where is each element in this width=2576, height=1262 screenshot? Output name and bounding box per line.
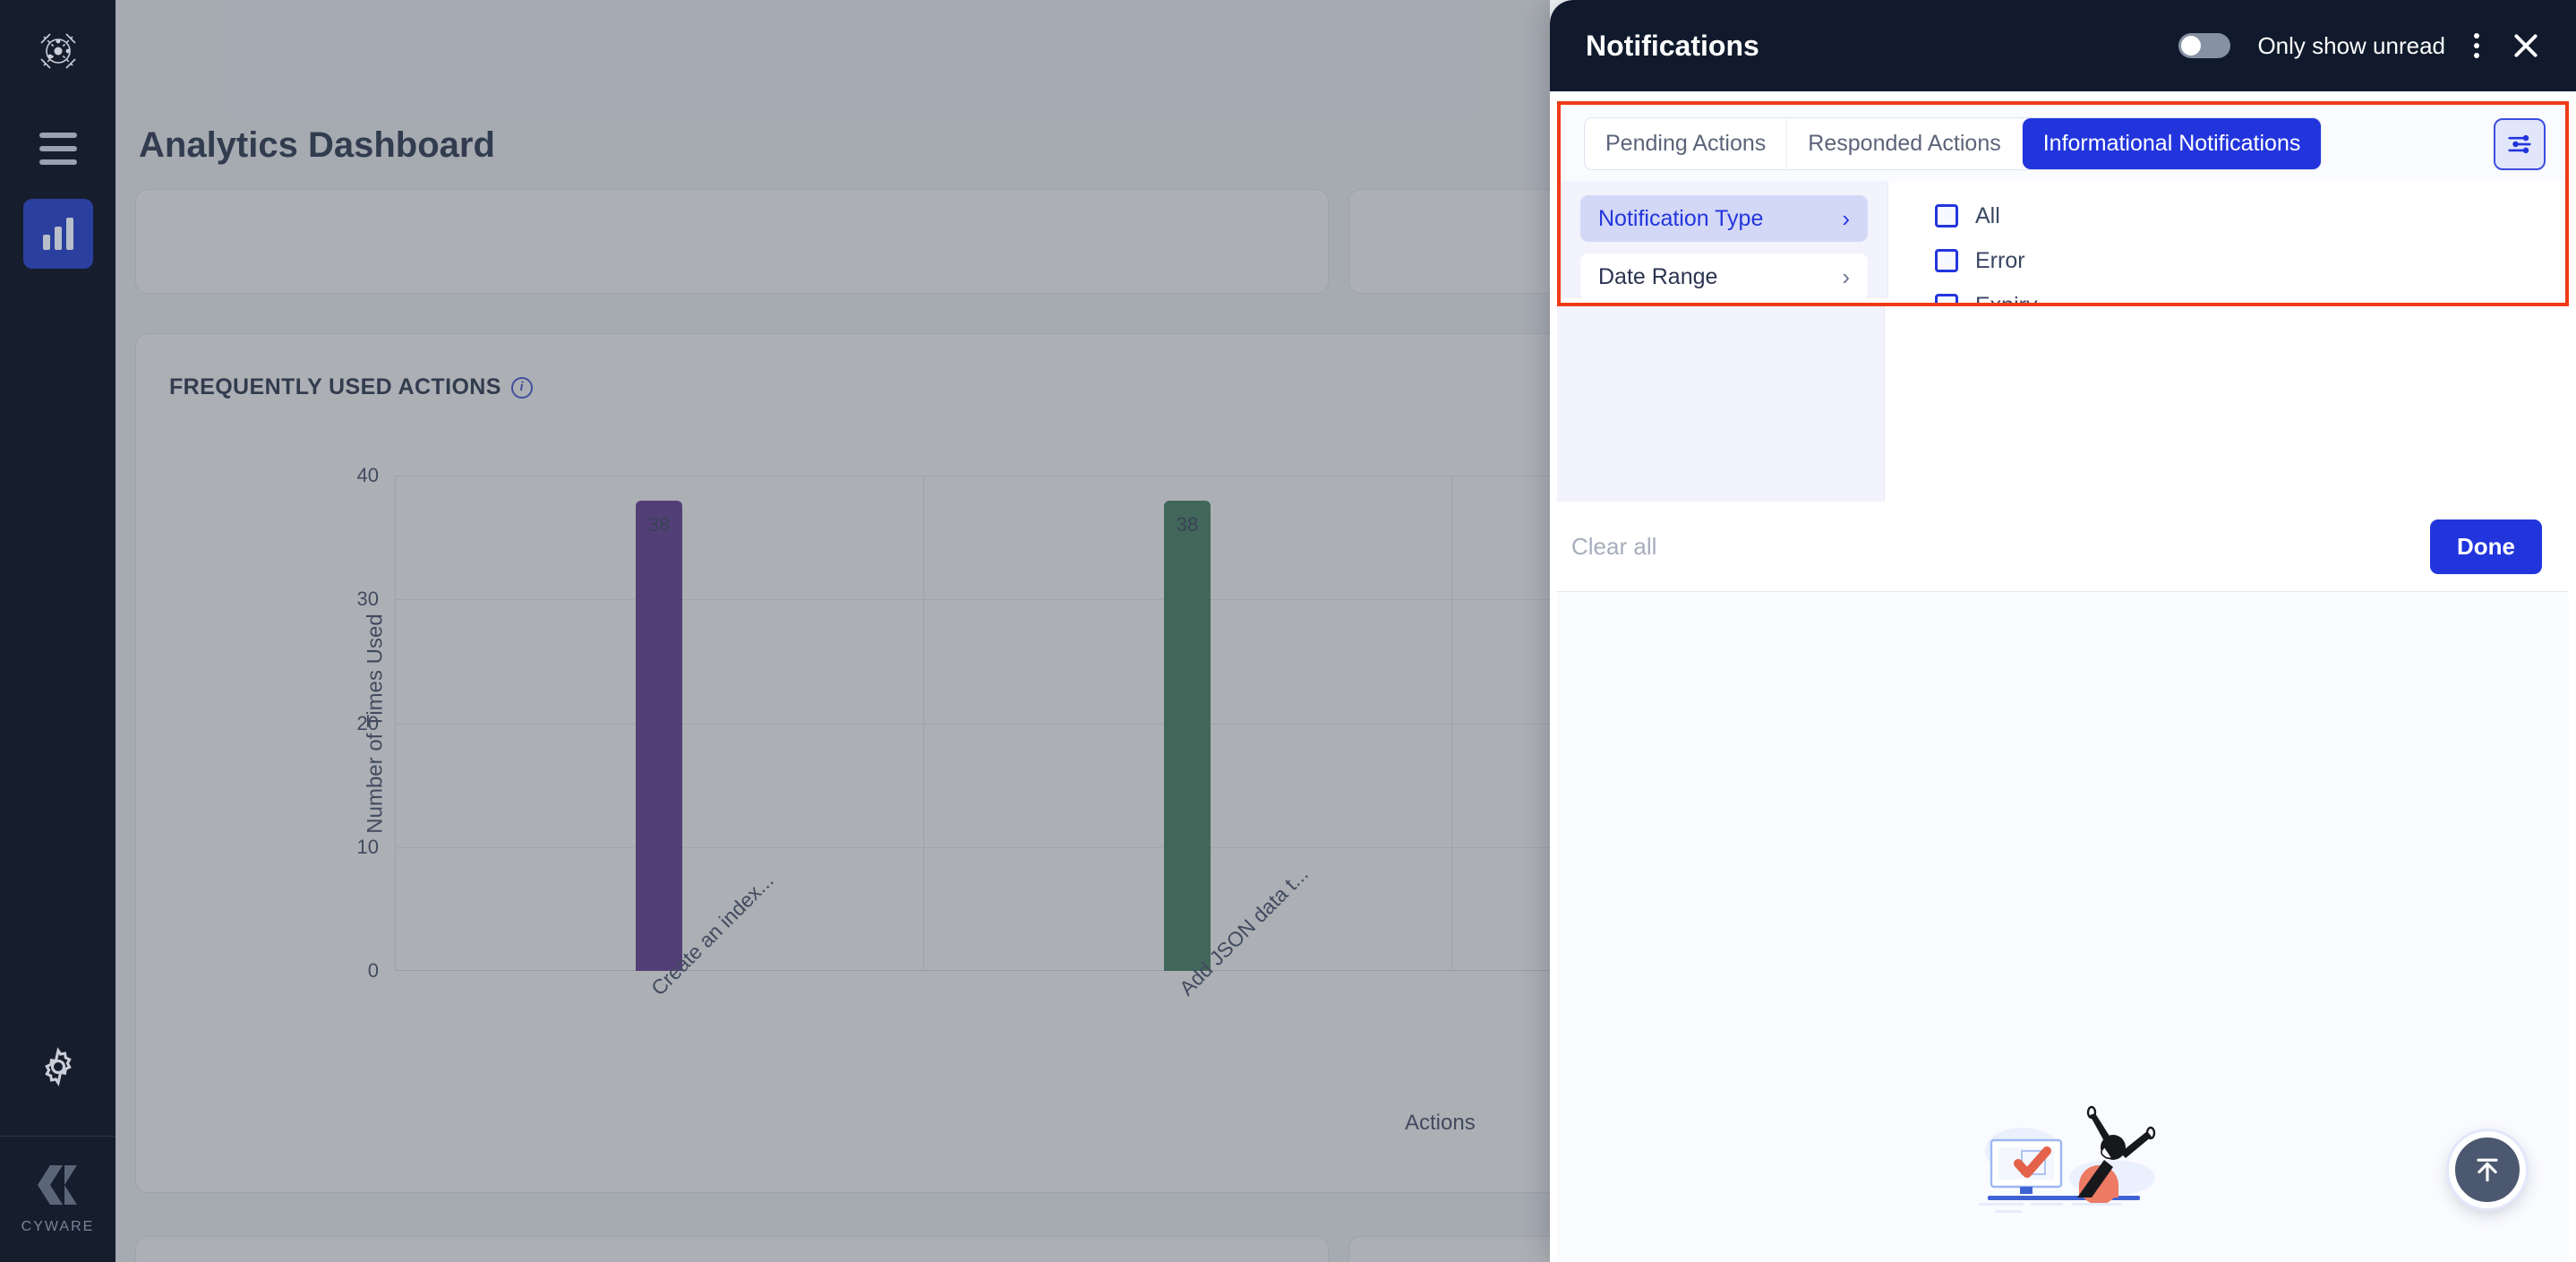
done-button[interactable]: Done bbox=[2430, 519, 2542, 574]
filter-option-expiry[interactable]: Expiry bbox=[1935, 283, 2565, 306]
brand-footer: CYWARE bbox=[21, 1137, 95, 1262]
hamburger-bar bbox=[39, 159, 77, 165]
checkbox[interactable] bbox=[1935, 204, 1958, 228]
notifications-panel: Notifications Only show unread Pending A… bbox=[1550, 0, 2576, 1262]
chevron-right-icon: › bbox=[1842, 262, 1850, 290]
app-root: CYWARE Analytics Dashboard FREQUENTLY US… bbox=[0, 0, 2576, 1262]
more-vertical-icon[interactable] bbox=[2469, 28, 2485, 64]
checkbox[interactable] bbox=[1935, 294, 1958, 303]
scroll-to-top-icon[interactable] bbox=[2449, 1131, 2526, 1208]
filter-category-list: Notification Type › Date Range › bbox=[1561, 181, 1888, 300]
filter-category-label: Notification Type bbox=[1598, 205, 1764, 231]
only-show-unread-label: Only show unread bbox=[2257, 31, 2445, 59]
filter-category-label: Date Range bbox=[1598, 263, 1718, 289]
cyware-x-logo-icon bbox=[38, 1165, 78, 1205]
gear-icon[interactable] bbox=[30, 1039, 86, 1095]
notifications-header: Notifications Only show unread bbox=[1550, 0, 2576, 91]
filter-option-all[interactable]: All bbox=[1935, 193, 2565, 238]
filter-option-pane-bg bbox=[1885, 306, 2569, 502]
checkbox-label: All bbox=[1975, 202, 2000, 228]
filter-category-pane-bg bbox=[1557, 306, 1885, 502]
notifications-header-actions: Only show unread bbox=[2178, 28, 2544, 64]
left-sidebar: CYWARE bbox=[0, 0, 116, 1262]
filter-option-list: AllErrorExpiryPlaybook Update bbox=[1888, 181, 2565, 303]
sidebar-item-analytics[interactable] bbox=[22, 199, 93, 269]
close-icon[interactable] bbox=[2508, 28, 2544, 64]
cyware-orbit-logo-icon bbox=[30, 23, 86, 79]
tab-pending-actions[interactable]: Pending Actions bbox=[1585, 118, 1788, 169]
filter-body: Notification Type › Date Range › All Error Ex… bbox=[1561, 181, 2565, 303]
notifications-empty-state bbox=[1557, 593, 2569, 1262]
filter-category-date-range[interactable]: Date Range › bbox=[1580, 253, 1868, 300]
modal-backdrop[interactable] bbox=[116, 0, 1550, 1262]
clear-all-button[interactable]: Clear all bbox=[1571, 533, 1656, 561]
bar-chart-icon bbox=[42, 218, 73, 250]
sliders-filter-icon[interactable] bbox=[2494, 117, 2546, 170]
checkbox-label: Expiry bbox=[1975, 292, 2038, 306]
checkbox-label: Error bbox=[1975, 247, 2025, 273]
chevron-right-icon: › bbox=[1842, 204, 1850, 232]
tab-informational-notifications[interactable]: Informational Notifications bbox=[2022, 118, 2322, 169]
filter-footer: Clear all Done bbox=[1557, 502, 2569, 592]
filter-category-notification-type[interactable]: Notification Type › bbox=[1580, 195, 1868, 242]
filter-option-error[interactable]: Error bbox=[1935, 238, 2565, 283]
all-caught-up-illustration bbox=[1979, 1105, 2156, 1213]
only-show-unread-toggle[interactable] bbox=[2178, 33, 2231, 58]
notifications-title: Notifications bbox=[1586, 29, 1759, 62]
notification-tabs: Pending Actions Responded Actions Informat… bbox=[1584, 117, 2323, 170]
filter-highlight-region: Pending Actions Responded Actions Informat… bbox=[1557, 101, 2569, 306]
filter-body-continuation bbox=[1557, 306, 2569, 502]
notification-tabs-row: Pending Actions Responded Actions Informat… bbox=[1561, 105, 2565, 181]
hamburger-bar bbox=[39, 133, 77, 138]
tab-responded-actions[interactable]: Responded Actions bbox=[1787, 118, 2023, 169]
hamburger-bar bbox=[39, 146, 77, 151]
checkbox[interactable] bbox=[1935, 249, 1958, 272]
hamburger-menu-icon[interactable] bbox=[30, 129, 86, 168]
toggle-knob bbox=[2181, 36, 2202, 56]
brand-name: CYWARE bbox=[21, 1219, 95, 1234]
